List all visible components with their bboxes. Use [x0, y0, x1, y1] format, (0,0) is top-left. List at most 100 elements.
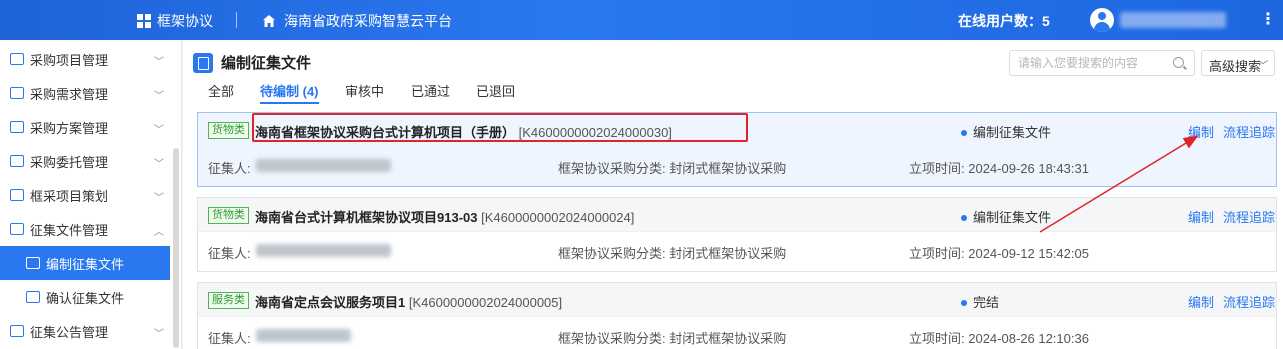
- collector-name-blurred: [256, 329, 351, 342]
- status-dot-icon: [961, 214, 967, 221]
- sidebar-item-collection-docs[interactable]: 征集文件管理 ︿: [0, 212, 170, 246]
- project-title[interactable]: 海南省定点会议服务项目1 [K4600000002024000005]: [255, 292, 562, 311]
- search-icon[interactable]: [1173, 57, 1184, 68]
- folder-icon: [10, 189, 24, 201]
- tab-approved[interactable]: 已通过: [411, 81, 450, 100]
- sidebar-item-label: 确认征集文件: [46, 290, 125, 306]
- document-icon: [193, 52, 213, 73]
- tab-returned[interactable]: 已退回: [476, 81, 515, 100]
- platform-title: 海南省政府采购智慧云平台: [284, 13, 452, 29]
- project-title[interactable]: 海南省台式计算机框架协议项目913-03 [K46000000020240000…: [255, 207, 634, 226]
- sidebar-item-procurement-entrust[interactable]: 采购委托管理 ﹀: [0, 144, 170, 178]
- header-divider: [236, 12, 237, 28]
- chevron-down-icon: ﹀: [154, 57, 164, 68]
- sidebar-item-label: 框采项目策划: [30, 188, 109, 204]
- sidebar-item-collection-notice[interactable]: 征集公告管理 ﹀: [0, 314, 170, 348]
- main-panel: 编制征集文件 高级搜索 ﹀ 全部 待编制 (4) 审核中 已通过 已退回 货物类…: [183, 40, 1283, 349]
- card-details: 征集人: 框架协议采购分类: 封闭式框架协议采购 立项时间: 2024-08-2…: [198, 317, 1276, 349]
- home-icon: [263, 15, 275, 27]
- status-text: 编制征集文件: [973, 125, 1052, 140]
- sidebar-item-label: 征集文件管理: [30, 222, 109, 238]
- tab-reviewing[interactable]: 审核中: [345, 81, 384, 100]
- sidebar-nav: 采购项目管理 ﹀ 采购需求管理 ﹀ 采购方案管理 ﹀ 采购委托管理 ﹀ 框采项目…: [0, 40, 182, 349]
- category-value: 封闭式框架协议采购: [669, 161, 787, 176]
- confirm-document-icon: [26, 291, 40, 303]
- folder-icon: [10, 53, 24, 65]
- document-icon: [10, 87, 24, 99]
- category-label: 框架协议采购分类:: [558, 246, 670, 261]
- status-indicator: 完结: [961, 292, 999, 311]
- platform-home-link[interactable]: 海南省政府采购智慧云平台: [262, 11, 452, 31]
- status-indicator: 编制征集文件: [961, 122, 1051, 141]
- sidebar-item-procurement-plan[interactable]: 采购方案管理 ﹀: [0, 110, 170, 144]
- sidebar-item-label: 采购需求管理: [30, 86, 109, 102]
- card-header: 货物类 海南省台式计算机框架协议项目913-03 [K4600000002024…: [198, 198, 1276, 232]
- project-card[interactable]: 货物类 海南省框架协议采购台式计算机项目（手册） [K4600000002024…: [197, 112, 1277, 187]
- status-indicator: 编制征集文件: [961, 207, 1051, 226]
- document-icon: [10, 121, 24, 133]
- chevron-down-icon: ﹀: [1258, 61, 1268, 72]
- project-title[interactable]: 海南省框架协议采购台式计算机项目（手册） [K46000000020240000…: [255, 122, 672, 141]
- search-input[interactable]: [1018, 51, 1168, 75]
- edit-link[interactable]: 编制: [1188, 292, 1214, 311]
- more-menu-icon[interactable]: ⋮: [1260, 9, 1276, 29]
- project-code: [K4600000002024000024]: [481, 210, 635, 225]
- status-text: 完结: [973, 295, 1000, 310]
- framework-agreement-menu[interactable]: 框架协议: [137, 11, 213, 31]
- project-name: 海南省定点会议服务项目1: [255, 295, 406, 310]
- card-details: 征集人: 框架协议采购分类: 封闭式框架协议采购 立项时间: 2024-09-2…: [198, 147, 1276, 186]
- category-detail: 框架协议采购分类: 封闭式框架协议采购: [558, 328, 786, 347]
- category-detail: 框架协议采购分类: 封闭式框架协议采购: [558, 158, 786, 177]
- sidebar-item-label: 采购委托管理: [30, 154, 109, 170]
- sidebar-item-procurement-project[interactable]: 采购项目管理 ﹀: [0, 42, 170, 76]
- sidebar-item-framework-planning[interactable]: 框采项目策划 ﹀: [0, 178, 170, 212]
- tab-pending[interactable]: 待编制 (4): [260, 81, 319, 104]
- collector-name-blurred: [256, 159, 391, 172]
- sidebar-item-edit-collection-doc[interactable]: 编制征集文件: [0, 246, 170, 280]
- collector-name-blurred: [256, 244, 391, 257]
- process-track-link[interactable]: 流程追踪: [1223, 122, 1275, 141]
- brand-label: 框架协议: [157, 13, 213, 29]
- document-icon: [10, 155, 24, 167]
- project-name: 海南省框架协议采购台式计算机项目（手册）: [255, 125, 516, 140]
- tab-all[interactable]: 全部: [208, 81, 234, 100]
- username-blurred[interactable]: [1120, 12, 1226, 28]
- project-card[interactable]: 货物类 海南省台式计算机框架协议项目913-03 [K4600000002024…: [197, 197, 1277, 272]
- time-value: 2024-08-26 12:10:36: [968, 331, 1089, 346]
- card-header: 货物类 海南省框架协议采购台式计算机项目（手册） [K4600000002024…: [198, 113, 1276, 147]
- collector-label: 征集人:: [208, 246, 251, 261]
- process-track-link[interactable]: 流程追踪: [1223, 207, 1275, 226]
- edit-link[interactable]: 编制: [1188, 122, 1214, 141]
- category-value: 封闭式框架协议采购: [669, 331, 787, 346]
- sidebar-item-confirm-collection-doc[interactable]: 确认征集文件: [0, 280, 170, 314]
- time-label: 立项时间:: [909, 161, 969, 176]
- user-avatar[interactable]: [1090, 8, 1114, 32]
- sidebar-item-label: 采购项目管理: [30, 52, 109, 68]
- project-name: 海南省台式计算机框架协议项目913-03: [255, 210, 478, 225]
- collector-label: 征集人:: [208, 161, 251, 176]
- sidebar-item-label: 编制征集文件: [46, 256, 125, 272]
- search-box: [1009, 50, 1195, 76]
- sidebar-item-procurement-demand[interactable]: 采购需求管理 ﹀: [0, 76, 170, 110]
- sidebar-scrollbar[interactable]: [173, 148, 179, 348]
- sidebar-item-label: 采购方案管理: [30, 120, 109, 136]
- advanced-search-button[interactable]: 高级搜索 ﹀: [1201, 50, 1275, 76]
- process-track-link[interactable]: 流程追踪: [1223, 292, 1275, 311]
- project-card[interactable]: 服务类 海南省定点会议服务项目1 [K4600000002024000005] …: [197, 282, 1277, 349]
- status-dot-icon: [961, 129, 967, 136]
- edit-document-icon: [26, 257, 40, 269]
- edit-link[interactable]: 编制: [1188, 207, 1214, 226]
- sidebar-item-label: 征集公告管理: [30, 324, 109, 340]
- category-tag: 货物类: [208, 207, 249, 224]
- collector-label: 征集人:: [208, 331, 251, 346]
- project-time: 立项时间: 2024-09-12 15:42:05: [909, 243, 1089, 262]
- chevron-down-icon: ﹀: [154, 159, 164, 170]
- time-value: 2024-09-12 15:42:05: [968, 246, 1089, 261]
- category-label: 框架协议采购分类:: [558, 331, 670, 346]
- status-dot-icon: [961, 299, 967, 306]
- chevron-down-icon: ﹀: [154, 193, 164, 204]
- online-users-count: 在线用户数：5: [958, 13, 1050, 29]
- category-label: 框架协议采购分类:: [558, 161, 670, 176]
- project-time: 立项时间: 2024-08-26 12:10:36: [909, 328, 1089, 347]
- advanced-search-label: 高级搜索: [1209, 59, 1262, 74]
